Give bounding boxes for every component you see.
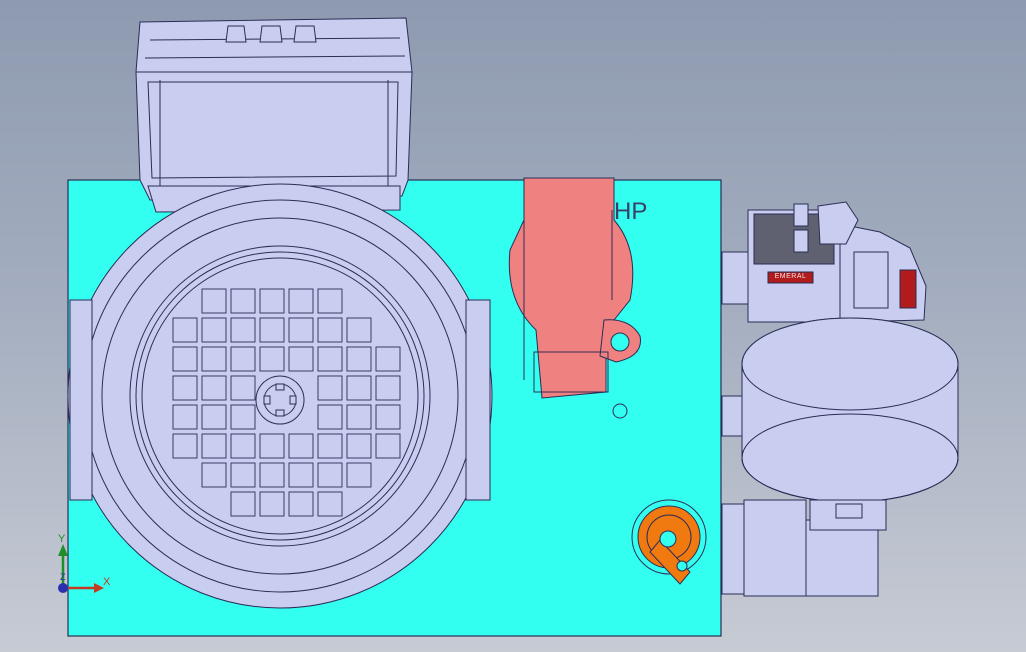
motor-shaft-hub: [255, 375, 305, 425]
grille-slot: [201, 346, 227, 372]
grille-slot: [317, 491, 343, 517]
grille-slot: [317, 346, 343, 372]
grille-slot: [230, 375, 256, 401]
grille-slot: [346, 404, 372, 430]
pipe-fittings[interactable]: [721, 499, 887, 597]
axis-x-label: X: [103, 576, 111, 588]
grille-slot: [172, 317, 198, 343]
grille-slot: [230, 491, 256, 517]
grille-slot: [317, 317, 343, 343]
grille-slot: [346, 346, 372, 372]
grille-slot: [259, 491, 285, 517]
grille-slot: [317, 433, 343, 459]
gauge-cylinder[interactable]: [721, 317, 959, 503]
grille-slot: [288, 288, 314, 314]
grille-slot: [375, 375, 401, 401]
valve-brand-badge: EMERAL: [774, 273, 807, 280]
grille-slot: [317, 462, 343, 488]
grille-slot: [375, 346, 401, 372]
grille-slot: [346, 375, 372, 401]
plate-port-hole: [612, 403, 628, 419]
grille-slot: [288, 491, 314, 517]
grille-slot: [230, 346, 256, 372]
motor-terminal-box[interactable]: [135, 17, 413, 213]
plate-label-hp: HP: [614, 198, 648, 225]
grille-slot: [230, 462, 256, 488]
grille-slot: [259, 462, 285, 488]
grille-slot: [288, 346, 314, 372]
grille-slot: [375, 433, 401, 459]
grille-slot: [201, 317, 227, 343]
grille-slot: [230, 288, 256, 314]
grille-slot: [230, 433, 256, 459]
grille-slot: [288, 317, 314, 343]
grille-slot: [230, 404, 256, 430]
grille-slot: [346, 317, 372, 343]
grille-slot: [259, 346, 285, 372]
grille-slot: [346, 433, 372, 459]
grille-slot: [317, 375, 343, 401]
grille-slot: [172, 404, 198, 430]
grille-slot: [317, 404, 343, 430]
grille-slot: [375, 404, 401, 430]
grille-slot: [259, 433, 285, 459]
grille-slot: [317, 288, 343, 314]
grille-slot: [288, 433, 314, 459]
solenoid-valve[interactable]: [721, 201, 927, 323]
assembly-model[interactable]: [0, 0, 1026, 652]
grille-slot: [172, 375, 198, 401]
grille-slot: [201, 375, 227, 401]
axis-y-label: Y: [58, 533, 66, 545]
grille-slot: [230, 317, 256, 343]
grille-slot: [259, 288, 285, 314]
axis-z-label: Z: [60, 572, 66, 582]
grille-slot: [288, 462, 314, 488]
grille-slot: [259, 317, 285, 343]
grille-slot: [172, 433, 198, 459]
grille-slot: [346, 462, 372, 488]
grille-slot: [201, 433, 227, 459]
grille-slot: [172, 346, 198, 372]
cad-viewport[interactable]: HP EMERAL X Y Z: [0, 0, 1026, 652]
grille-slot: [201, 288, 227, 314]
grille-slot: [201, 462, 227, 488]
grille-slot: [201, 404, 227, 430]
